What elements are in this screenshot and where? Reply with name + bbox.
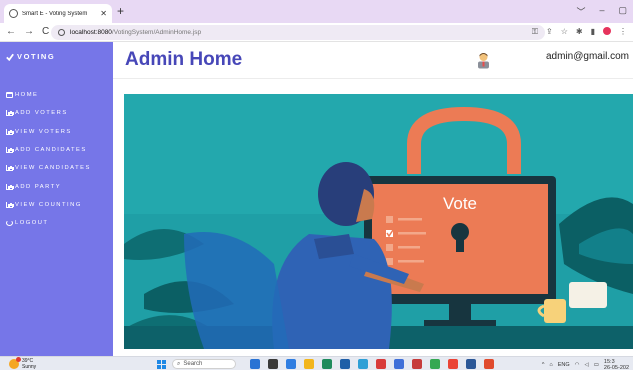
system-tray: ^ ⌂ ENG ◠ ◁ ▭ 15:3 26-05-202 bbox=[542, 359, 629, 371]
sidebar-item-add-voters[interactable]: ADD VOTERS bbox=[6, 104, 91, 122]
url-path: /VotingSystem/AdminHome.jsp bbox=[111, 29, 202, 36]
sun-icon bbox=[9, 357, 21, 369]
hero-illustration: Vote bbox=[124, 94, 633, 349]
date: 26-05-202 bbox=[603, 365, 629, 371]
star-icon[interactable]: ☆ bbox=[561, 27, 568, 37]
home-icon bbox=[6, 92, 13, 99]
taskbar-search-input[interactable]: ⌕ Search bbox=[172, 359, 236, 369]
app-icon[interactable] bbox=[394, 359, 404, 369]
profile-icon[interactable] bbox=[603, 27, 611, 35]
sidebar-item-add-party[interactable]: ADD PARTY bbox=[6, 177, 91, 195]
word-icon[interactable] bbox=[466, 359, 476, 369]
sidebar-menu: HOME ADD VOTERS VIEW VOTERS ADD CANDIDAT… bbox=[6, 86, 91, 232]
sidebar-item-home[interactable]: HOME bbox=[6, 86, 91, 104]
admin-email: admin@gmail.com bbox=[546, 51, 629, 62]
app-icon[interactable] bbox=[286, 359, 296, 369]
sidebar-item-add-candidates[interactable]: ADD CANDIDATES bbox=[6, 141, 91, 159]
reload-icon[interactable]: C bbox=[42, 26, 49, 37]
nav-buttons: ← → C bbox=[6, 26, 49, 37]
check-icon bbox=[6, 53, 14, 61]
url-host: localhost:8080 bbox=[70, 29, 112, 36]
sidebar-item-label: VIEW CANDIDATES bbox=[15, 165, 91, 172]
sidebar-item-label: ADD PARTY bbox=[15, 183, 62, 190]
sidebar-item-view-counting[interactable]: VIEW COUNTING bbox=[6, 196, 91, 214]
browser-extensions: ⚿ ⇪ ☆ ✱ ▮ ⋮ bbox=[532, 27, 627, 37]
clock[interactable]: 15:3 26-05-202 bbox=[604, 359, 629, 371]
new-tab-button[interactable]: + bbox=[117, 4, 124, 18]
address-bar: ← → C localhost:8080 /VotingSystem/Admin… bbox=[0, 23, 633, 42]
app-icon[interactable] bbox=[484, 359, 494, 369]
chevron-up-icon[interactable]: ^ bbox=[542, 362, 545, 368]
volume-icon[interactable]: ◁ bbox=[584, 362, 588, 368]
tab-title: Smart E - Voting System bbox=[22, 10, 88, 17]
brand-label: VOTING bbox=[17, 52, 56, 61]
edge-icon[interactable] bbox=[322, 359, 332, 369]
sidebar-item-label: HOME bbox=[15, 92, 39, 99]
vote-screen-text: Vote bbox=[443, 194, 477, 213]
chart-icon bbox=[6, 201, 13, 208]
network-icon[interactable]: ⌂ bbox=[549, 362, 552, 368]
app-icon[interactable] bbox=[358, 359, 368, 369]
header-divider bbox=[113, 78, 633, 79]
taskbar: 39°C Sunny ⌕ Search ^ ⌂ ENG ◠ ◁ ▭ 15:3 2… bbox=[0, 356, 633, 371]
avatar[interactable] bbox=[476, 52, 491, 69]
chrome-icon[interactable] bbox=[448, 359, 458, 369]
search-placeholder: Search bbox=[183, 361, 203, 367]
tab-close-icon[interactable]: ✕ bbox=[100, 9, 107, 18]
voting-illustration: Vote bbox=[124, 94, 633, 349]
weather-text: Sunny bbox=[22, 364, 37, 370]
window-controls: ﹀ – ▢ bbox=[576, 5, 627, 18]
sidepanel-icon[interactable]: ▮ bbox=[591, 27, 595, 37]
brand[interactable]: VOTING bbox=[6, 52, 55, 61]
browser-tab[interactable]: Smart E - Voting System ✕ bbox=[4, 4, 112, 23]
page-title: Admin Home bbox=[125, 49, 243, 70]
tab-search-icon[interactable]: ﹀ bbox=[576, 5, 585, 18]
logout-icon bbox=[6, 220, 13, 227]
main-content: Admin Home admin@gmail.com Vote bbox=[113, 42, 633, 356]
sidebar-item-label: VIEW VOTERS bbox=[15, 128, 72, 135]
sidebar: VOTING HOME ADD VOTERS VIEW VOTERS ADD C… bbox=[0, 42, 113, 356]
taskbar-apps bbox=[250, 359, 494, 369]
sidebar-item-label: VIEW COUNTING bbox=[15, 201, 82, 208]
weather-widget[interactable]: 39°C Sunny bbox=[9, 357, 37, 370]
minimize-button[interactable]: – bbox=[599, 5, 604, 18]
sidebar-item-view-candidates[interactable]: VIEW CANDIDATES bbox=[6, 159, 91, 177]
language[interactable]: ENG bbox=[558, 362, 570, 368]
app-icon[interactable] bbox=[430, 359, 440, 369]
back-arrow-icon[interactable]: ← bbox=[6, 26, 16, 37]
wifi-icon[interactable]: ◠ bbox=[575, 362, 580, 368]
app-icon[interactable] bbox=[412, 359, 422, 369]
folder-icon[interactable] bbox=[304, 359, 314, 369]
mail-icon[interactable] bbox=[376, 359, 386, 369]
browser-tab-bar: Smart E - Voting System ✕ + ﹀ – ▢ bbox=[0, 0, 633, 23]
maximize-button[interactable]: ▢ bbox=[618, 5, 627, 18]
app-icon[interactable] bbox=[268, 359, 278, 369]
menu-icon[interactable]: ⋮ bbox=[619, 27, 627, 37]
key-icon[interactable]: ⚿ bbox=[532, 27, 538, 37]
app-icon[interactable] bbox=[340, 359, 350, 369]
sidebar-item-logout[interactable]: LOGOUT bbox=[6, 214, 91, 232]
app-icon[interactable] bbox=[250, 359, 260, 369]
url-input[interactable]: localhost:8080 /VotingSystem/AdminHome.j… bbox=[51, 25, 545, 40]
sidebar-item-view-voters[interactable]: VIEW VOTERS bbox=[6, 123, 91, 141]
chart-icon bbox=[6, 147, 13, 154]
windows-start-icon[interactable] bbox=[157, 360, 166, 369]
sidebar-item-label: ADD CANDIDATES bbox=[15, 147, 87, 154]
search-icon: ⌕ bbox=[177, 360, 181, 367]
chart-icon bbox=[6, 128, 13, 135]
battery-icon[interactable]: ▭ bbox=[594, 362, 599, 368]
sidebar-item-label: LOGOUT bbox=[15, 220, 49, 227]
extensions-icon[interactable]: ✱ bbox=[576, 27, 583, 37]
sidebar-item-label: ADD VOTERS bbox=[15, 110, 68, 117]
share-icon[interactable]: ⇪ bbox=[546, 27, 553, 37]
chart-icon bbox=[6, 110, 13, 117]
info-icon[interactable] bbox=[58, 29, 65, 36]
globe-icon bbox=[9, 9, 18, 18]
chart-icon bbox=[6, 165, 13, 172]
chart-icon bbox=[6, 183, 13, 190]
forward-arrow-icon[interactable]: → bbox=[24, 26, 34, 37]
